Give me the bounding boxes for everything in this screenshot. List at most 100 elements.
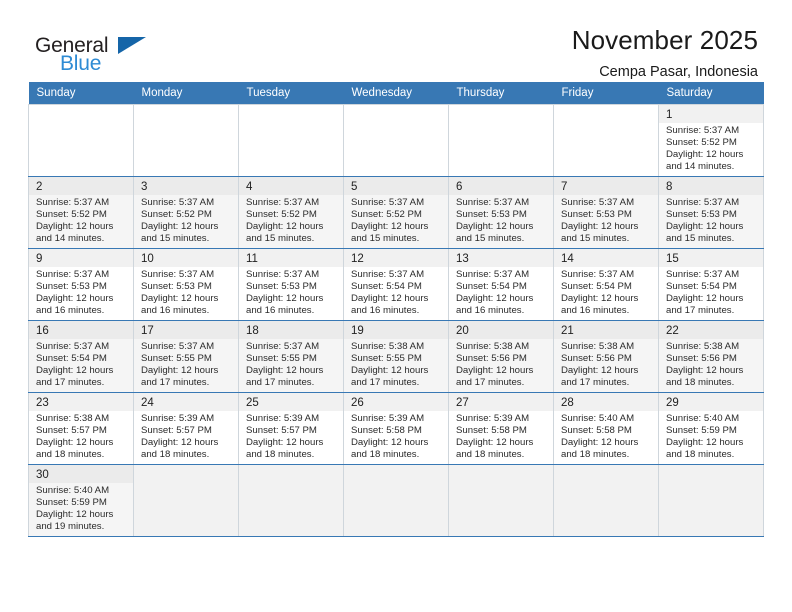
calendar-day-cell[interactable]: 15 Sunrise: 5:37 AM Sunset: 5:54 PM Dayli… bbox=[658, 248, 764, 321]
calendar-day-cell[interactable]: 16 Sunrise: 5:37 AM Sunset: 5:54 PM Dayli… bbox=[28, 320, 134, 393]
day-sun-info: Sunrise: 5:39 AM Sunset: 5:58 PM Dayligh… bbox=[351, 413, 429, 460]
day-sun-info: Sunrise: 5:37 AM Sunset: 5:52 PM Dayligh… bbox=[246, 197, 324, 244]
calendar-cell-empty bbox=[238, 104, 344, 177]
day-number: 3 bbox=[134, 177, 238, 195]
title-block: November 2025 Cempa Pasar, Indonesia bbox=[571, 25, 764, 81]
calendar-day-cell[interactable]: 24 Sunrise: 5:39 AM Sunset: 5:57 PM Dayli… bbox=[133, 392, 239, 465]
day-sun-info: Sunrise: 5:40 AM Sunset: 5:59 PM Dayligh… bbox=[666, 413, 744, 460]
calendar-cell-empty bbox=[658, 464, 764, 537]
calendar-day-cell[interactable]: 18 Sunrise: 5:37 AM Sunset: 5:55 PM Dayli… bbox=[238, 320, 344, 393]
calendar-cell-empty bbox=[448, 464, 554, 537]
day-sun-info: Sunrise: 5:38 AM Sunset: 5:56 PM Dayligh… bbox=[561, 341, 639, 388]
day-sun-info: Sunrise: 5:38 AM Sunset: 5:56 PM Dayligh… bbox=[666, 341, 744, 388]
day-cell-content: 11 Sunrise: 5:37 AM Sunset: 5:53 PM Dayli… bbox=[239, 249, 343, 317]
calendar-day-cell[interactable]: 17 Sunrise: 5:37 AM Sunset: 5:55 PM Dayli… bbox=[133, 320, 239, 393]
calendar-cell-empty bbox=[553, 104, 659, 177]
day-sun-info: Sunrise: 5:37 AM Sunset: 5:54 PM Dayligh… bbox=[36, 341, 114, 388]
calendar-day-cell[interactable]: 8 Sunrise: 5:37 AM Sunset: 5:53 PM Daylig… bbox=[658, 176, 764, 249]
calendar-day-cell[interactable]: 28 Sunrise: 5:40 AM Sunset: 5:58 PM Dayli… bbox=[553, 392, 659, 465]
calendar-day-cell[interactable]: 3 Sunrise: 5:37 AM Sunset: 5:52 PM Daylig… bbox=[133, 176, 239, 249]
calendar-day-cell[interactable]: 9 Sunrise: 5:37 AM Sunset: 5:53 PM Daylig… bbox=[28, 248, 134, 321]
day-number: 16 bbox=[29, 321, 133, 339]
calendar-day-cell[interactable]: 4 Sunrise: 5:37 AM Sunset: 5:52 PM Daylig… bbox=[238, 176, 344, 249]
calendar-day-cell[interactable]: 1 Sunrise: 5:37 AM Sunset: 5:52 PM Daylig… bbox=[658, 104, 764, 177]
day-number: 22 bbox=[659, 321, 763, 339]
calendar-day-cell[interactable]: 13 Sunrise: 5:37 AM Sunset: 5:54 PM Dayli… bbox=[448, 248, 554, 321]
calendar-week-row: 9 Sunrise: 5:37 AM Sunset: 5:53 PM Daylig… bbox=[28, 248, 764, 321]
calendar-week-row: 23 Sunrise: 5:38 AM Sunset: 5:57 PM Dayli… bbox=[28, 392, 764, 465]
day-cell-content: 24 Sunrise: 5:39 AM Sunset: 5:57 PM Dayli… bbox=[134, 393, 238, 461]
calendar-table: Sunday Monday Tuesday Wednesday Thursday Frid… bbox=[28, 82, 764, 537]
day-cell-content: 6 Sunrise: 5:37 AM Sunset: 5:53 PM Daylig… bbox=[449, 177, 553, 245]
day-cell-content: 29 Sunrise: 5:40 AM Sunset: 5:59 PM Dayli… bbox=[659, 393, 763, 461]
day-sun-info: Sunrise: 5:39 AM Sunset: 5:57 PM Dayligh… bbox=[246, 413, 324, 460]
day-number: 12 bbox=[344, 249, 448, 267]
calendar-day-cell[interactable]: 20 Sunrise: 5:38 AM Sunset: 5:56 PM Dayli… bbox=[448, 320, 554, 393]
calendar-day-cell[interactable]: 11 Sunrise: 5:37 AM Sunset: 5:53 PM Dayli… bbox=[238, 248, 344, 321]
day-cell-content: 16 Sunrise: 5:37 AM Sunset: 5:54 PM Dayli… bbox=[29, 321, 133, 389]
day-cell-content: 4 Sunrise: 5:37 AM Sunset: 5:52 PM Daylig… bbox=[239, 177, 343, 245]
day-number: 15 bbox=[659, 249, 763, 267]
day-number: 8 bbox=[659, 177, 763, 195]
day-sun-info: Sunrise: 5:37 AM Sunset: 5:54 PM Dayligh… bbox=[666, 269, 744, 316]
day-cell-content: 7 Sunrise: 5:37 AM Sunset: 5:53 PM Daylig… bbox=[554, 177, 658, 245]
calendar-day-cell[interactable]: 30 Sunrise: 5:40 AM Sunset: 5:59 PM Dayli… bbox=[28, 464, 134, 537]
day-cell-content: 28 Sunrise: 5:40 AM Sunset: 5:58 PM Dayli… bbox=[554, 393, 658, 461]
day-cell-content: 17 Sunrise: 5:37 AM Sunset: 5:55 PM Dayli… bbox=[134, 321, 238, 389]
day-sun-info: Sunrise: 5:39 AM Sunset: 5:57 PM Dayligh… bbox=[141, 413, 219, 460]
calendar-cell-empty bbox=[343, 464, 449, 537]
calendar-header-row: Sunday Monday Tuesday Wednesday Thursday Frid… bbox=[28, 82, 764, 105]
day-number: 28 bbox=[554, 393, 658, 411]
day-cell-content: 3 Sunrise: 5:37 AM Sunset: 5:52 PM Daylig… bbox=[134, 177, 238, 245]
calendar-day-cell[interactable]: 6 Sunrise: 5:37 AM Sunset: 5:53 PM Daylig… bbox=[448, 176, 554, 249]
weekday-header-wednesday: Wednesday bbox=[343, 82, 449, 105]
day-number: 24 bbox=[134, 393, 238, 411]
calendar-body: 1 Sunrise: 5:37 AM Sunset: 5:52 PM Daylig… bbox=[28, 104, 764, 537]
calendar-week-row: 2 Sunrise: 5:37 AM Sunset: 5:52 PM Daylig… bbox=[28, 176, 764, 249]
calendar-day-cell[interactable]: 12 Sunrise: 5:37 AM Sunset: 5:54 PM Dayli… bbox=[343, 248, 449, 321]
day-cell-content: 8 Sunrise: 5:37 AM Sunset: 5:53 PM Daylig… bbox=[659, 177, 763, 245]
day-cell-content: 1 Sunrise: 5:37 AM Sunset: 5:52 PM Daylig… bbox=[659, 105, 763, 173]
page-subtitle: Cempa Pasar, Indonesia bbox=[599, 63, 758, 80]
calendar-day-cell[interactable]: 22 Sunrise: 5:38 AM Sunset: 5:56 PM Dayli… bbox=[658, 320, 764, 393]
day-sun-info: Sunrise: 5:40 AM Sunset: 5:59 PM Dayligh… bbox=[36, 485, 114, 532]
weekday-header-tuesday: Tuesday bbox=[238, 82, 344, 105]
calendar-day-cell[interactable]: 14 Sunrise: 5:37 AM Sunset: 5:54 PM Dayli… bbox=[553, 248, 659, 321]
calendar-day-cell[interactable]: 29 Sunrise: 5:40 AM Sunset: 5:59 PM Dayli… bbox=[658, 392, 764, 465]
day-number: 23 bbox=[29, 393, 133, 411]
calendar-day-cell[interactable]: 26 Sunrise: 5:39 AM Sunset: 5:58 PM Dayli… bbox=[343, 392, 449, 465]
day-number: 17 bbox=[134, 321, 238, 339]
day-number: 29 bbox=[659, 393, 763, 411]
day-number: 10 bbox=[134, 249, 238, 267]
day-number: 25 bbox=[239, 393, 343, 411]
day-sun-info: Sunrise: 5:37 AM Sunset: 5:53 PM Dayligh… bbox=[666, 197, 744, 244]
general-blue-logo: General Blue bbox=[28, 26, 158, 76]
calendar-day-cell[interactable]: 27 Sunrise: 5:39 AM Sunset: 5:58 PM Dayli… bbox=[448, 392, 554, 465]
calendar-day-cell[interactable]: 19 Sunrise: 5:38 AM Sunset: 5:55 PM Dayli… bbox=[343, 320, 449, 393]
day-sun-info: Sunrise: 5:37 AM Sunset: 5:54 PM Dayligh… bbox=[456, 269, 534, 316]
day-sun-info: Sunrise: 5:37 AM Sunset: 5:52 PM Dayligh… bbox=[141, 197, 219, 244]
page-title: November 2025 bbox=[571, 25, 758, 55]
calendar-day-cell[interactable]: 7 Sunrise: 5:37 AM Sunset: 5:53 PM Daylig… bbox=[553, 176, 659, 249]
day-sun-info: Sunrise: 5:37 AM Sunset: 5:53 PM Dayligh… bbox=[246, 269, 324, 316]
calendar-day-cell[interactable]: 21 Sunrise: 5:38 AM Sunset: 5:56 PM Dayli… bbox=[553, 320, 659, 393]
calendar-day-cell[interactable]: 25 Sunrise: 5:39 AM Sunset: 5:57 PM Dayli… bbox=[238, 392, 344, 465]
calendar-page: General Blue November 2025 Cempa Pasar, … bbox=[0, 0, 792, 612]
calendar-day-cell[interactable]: 23 Sunrise: 5:38 AM Sunset: 5:57 PM Dayli… bbox=[28, 392, 134, 465]
day-number: 13 bbox=[449, 249, 553, 267]
weekday-header-friday: Friday bbox=[553, 82, 659, 105]
day-cell-content: 14 Sunrise: 5:37 AM Sunset: 5:54 PM Dayli… bbox=[554, 249, 658, 317]
calendar-day-cell[interactable]: 10 Sunrise: 5:37 AM Sunset: 5:53 PM Dayli… bbox=[133, 248, 239, 321]
day-cell-content: 13 Sunrise: 5:37 AM Sunset: 5:54 PM Dayli… bbox=[449, 249, 553, 317]
day-sun-info: Sunrise: 5:38 AM Sunset: 5:55 PM Dayligh… bbox=[351, 341, 429, 388]
day-number: 7 bbox=[554, 177, 658, 195]
day-cell-content: 20 Sunrise: 5:38 AM Sunset: 5:56 PM Dayli… bbox=[449, 321, 553, 389]
calendar-day-cell[interactable]: 2 Sunrise: 5:37 AM Sunset: 5:52 PM Daylig… bbox=[28, 176, 134, 249]
day-sun-info: Sunrise: 5:37 AM Sunset: 5:53 PM Dayligh… bbox=[561, 197, 639, 244]
day-number: 5 bbox=[344, 177, 448, 195]
weekday-header-sunday: Sunday bbox=[28, 82, 134, 105]
calendar-day-cell[interactable]: 5 Sunrise: 5:37 AM Sunset: 5:52 PM Daylig… bbox=[343, 176, 449, 249]
day-sun-info: Sunrise: 5:37 AM Sunset: 5:54 PM Dayligh… bbox=[351, 269, 429, 316]
day-number: 18 bbox=[239, 321, 343, 339]
calendar-cell-empty bbox=[238, 464, 344, 537]
